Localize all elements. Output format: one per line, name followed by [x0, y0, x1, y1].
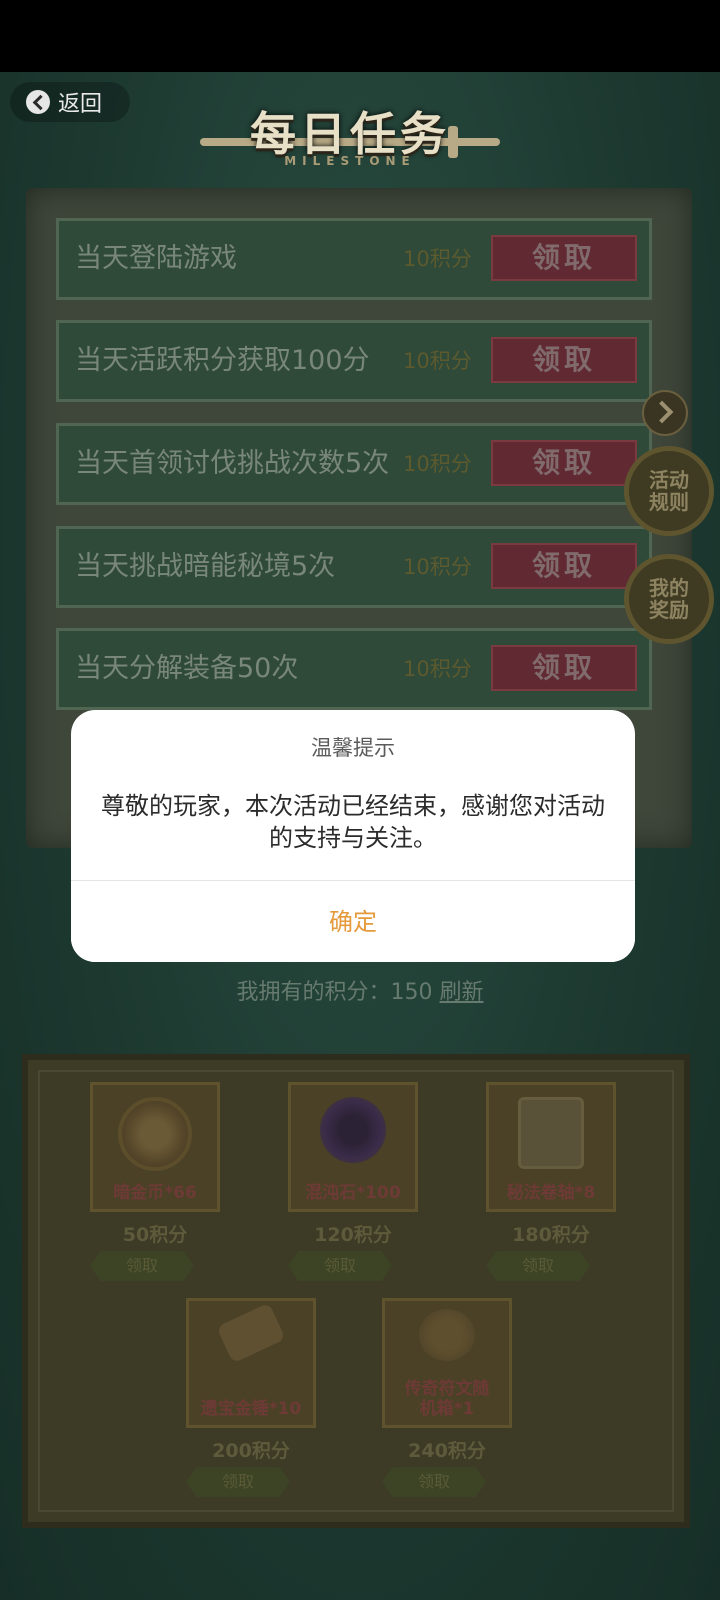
- reward-claim-button[interactable]: 领取: [486, 1251, 590, 1281]
- task-points: 10积分: [403, 247, 472, 271]
- reward-item: 遗宝金锤*10 200积分 领取: [186, 1298, 320, 1497]
- page-title: 每日任务: [250, 107, 450, 161]
- task-name: 当天活跃积分获取100分: [75, 345, 370, 376]
- reward-cost: 240积分: [408, 1440, 486, 1462]
- points-prefix: 我拥有的积分：: [236, 980, 391, 1005]
- notice-dialog: 温馨提示 尊敬的玩家，本次活动已经结束，感谢您对活动的支持与关注。 确定: [71, 710, 635, 962]
- reward-cost: 200积分: [212, 1440, 290, 1462]
- claim-button[interactable]: 领取: [491, 543, 637, 589]
- task-row: 当天分解装备50次 10积分 领取: [56, 628, 652, 710]
- chaos-flame-icon: [320, 1097, 386, 1163]
- claim-button[interactable]: 领取: [491, 235, 637, 281]
- reward-claim-button[interactable]: 领取: [90, 1251, 194, 1281]
- reward-name: 遗宝金锤*10: [200, 1399, 302, 1419]
- golden-hammer-icon: [216, 1302, 286, 1364]
- reward-card: 遗宝金锤*10: [186, 1298, 316, 1428]
- reward-name: 秘法卷轴*8: [506, 1183, 596, 1203]
- claim-button[interactable]: 领取: [491, 337, 637, 383]
- status-bar: [0, 0, 720, 72]
- reward-name: 混沌石*100: [305, 1183, 401, 1203]
- back-label: 返回: [58, 92, 103, 117]
- page-title-banner: 每日任务 MILESTONE: [190, 108, 510, 186]
- reward-item: 传奇符文随机箱*1 240积分 领取: [382, 1298, 516, 1497]
- chevron-right-icon[interactable]: [642, 390, 688, 436]
- dialog-message: 尊敬的玩家，本次活动已经结束，感谢您对活动的支持与关注。: [101, 792, 605, 852]
- rune-bag-icon: [419, 1309, 475, 1361]
- task-row: 当天活跃积分获取100分 10积分 领取: [56, 320, 652, 402]
- task-name: 当天挑战暗能秘境5次: [75, 551, 336, 582]
- reward-item: 秘法卷轴*8 180积分 领取: [486, 1082, 620, 1281]
- back-button[interactable]: 返回: [10, 82, 130, 122]
- rules-button[interactable]: 活动规则: [624, 446, 714, 536]
- task-name: 当天分解装备50次: [75, 653, 299, 684]
- my-rewards-label: 我的奖励: [649, 576, 689, 622]
- task-points: 10积分: [403, 657, 472, 681]
- back-arrow-icon: [26, 90, 50, 114]
- dialog-title: 温馨提示: [311, 736, 395, 760]
- app-root: { "header": { "back_label": "返回", "title…: [0, 0, 720, 1600]
- claim-button[interactable]: 领取: [491, 440, 637, 486]
- confirm-button[interactable]: 确定: [71, 881, 635, 962]
- scroll-icon: [518, 1097, 584, 1169]
- reward-cost: 120积分: [314, 1224, 392, 1246]
- task-name: 当天登陆游戏: [75, 243, 237, 274]
- reward-claim-button[interactable]: 领取: [382, 1467, 486, 1497]
- claim-button[interactable]: 领取: [491, 645, 637, 691]
- refresh-link[interactable]: 刷新: [440, 980, 484, 1005]
- points-value: 150: [390, 980, 433, 1005]
- task-points: 10积分: [403, 555, 472, 579]
- task-row: 当天登陆游戏 10积分 领取: [56, 218, 652, 300]
- reward-claim-button[interactable]: 领取: [288, 1251, 392, 1281]
- reward-card: 混沌石*100: [288, 1082, 418, 1212]
- task-row: 当天挑战暗能秘境5次 10积分 领取: [56, 526, 652, 608]
- reward-cost: 180积分: [512, 1224, 590, 1246]
- task-row: 当天首领讨伐挑战次数5次 10积分 领取: [56, 423, 652, 505]
- reward-claim-button[interactable]: 领取: [186, 1467, 290, 1497]
- page-subtitle: MILESTONE: [284, 154, 416, 168]
- reward-card: 传奇符文随机箱*1: [382, 1298, 512, 1428]
- task-points: 10积分: [403, 349, 472, 373]
- reward-card: 秘法卷轴*8: [486, 1082, 616, 1212]
- points-summary: 我拥有的积分：150 刷新: [0, 974, 720, 1006]
- skull-coin-icon: [118, 1097, 192, 1171]
- reward-name: 传奇符文随机箱*1: [404, 1379, 490, 1419]
- my-rewards-button[interactable]: 我的奖励: [624, 554, 714, 644]
- reward-cost: 50积分: [122, 1224, 188, 1246]
- task-points: 10积分: [403, 452, 472, 476]
- reward-name: 暗金币*66: [113, 1183, 197, 1203]
- reward-card: 暗金币*66: [90, 1082, 220, 1212]
- reward-item: 暗金币*66 50积分 领取: [90, 1082, 224, 1281]
- task-name: 当天首领讨伐挑战次数5次: [75, 448, 390, 479]
- reward-item: 混沌石*100 120积分 领取: [288, 1082, 422, 1281]
- rules-label: 活动规则: [649, 468, 689, 514]
